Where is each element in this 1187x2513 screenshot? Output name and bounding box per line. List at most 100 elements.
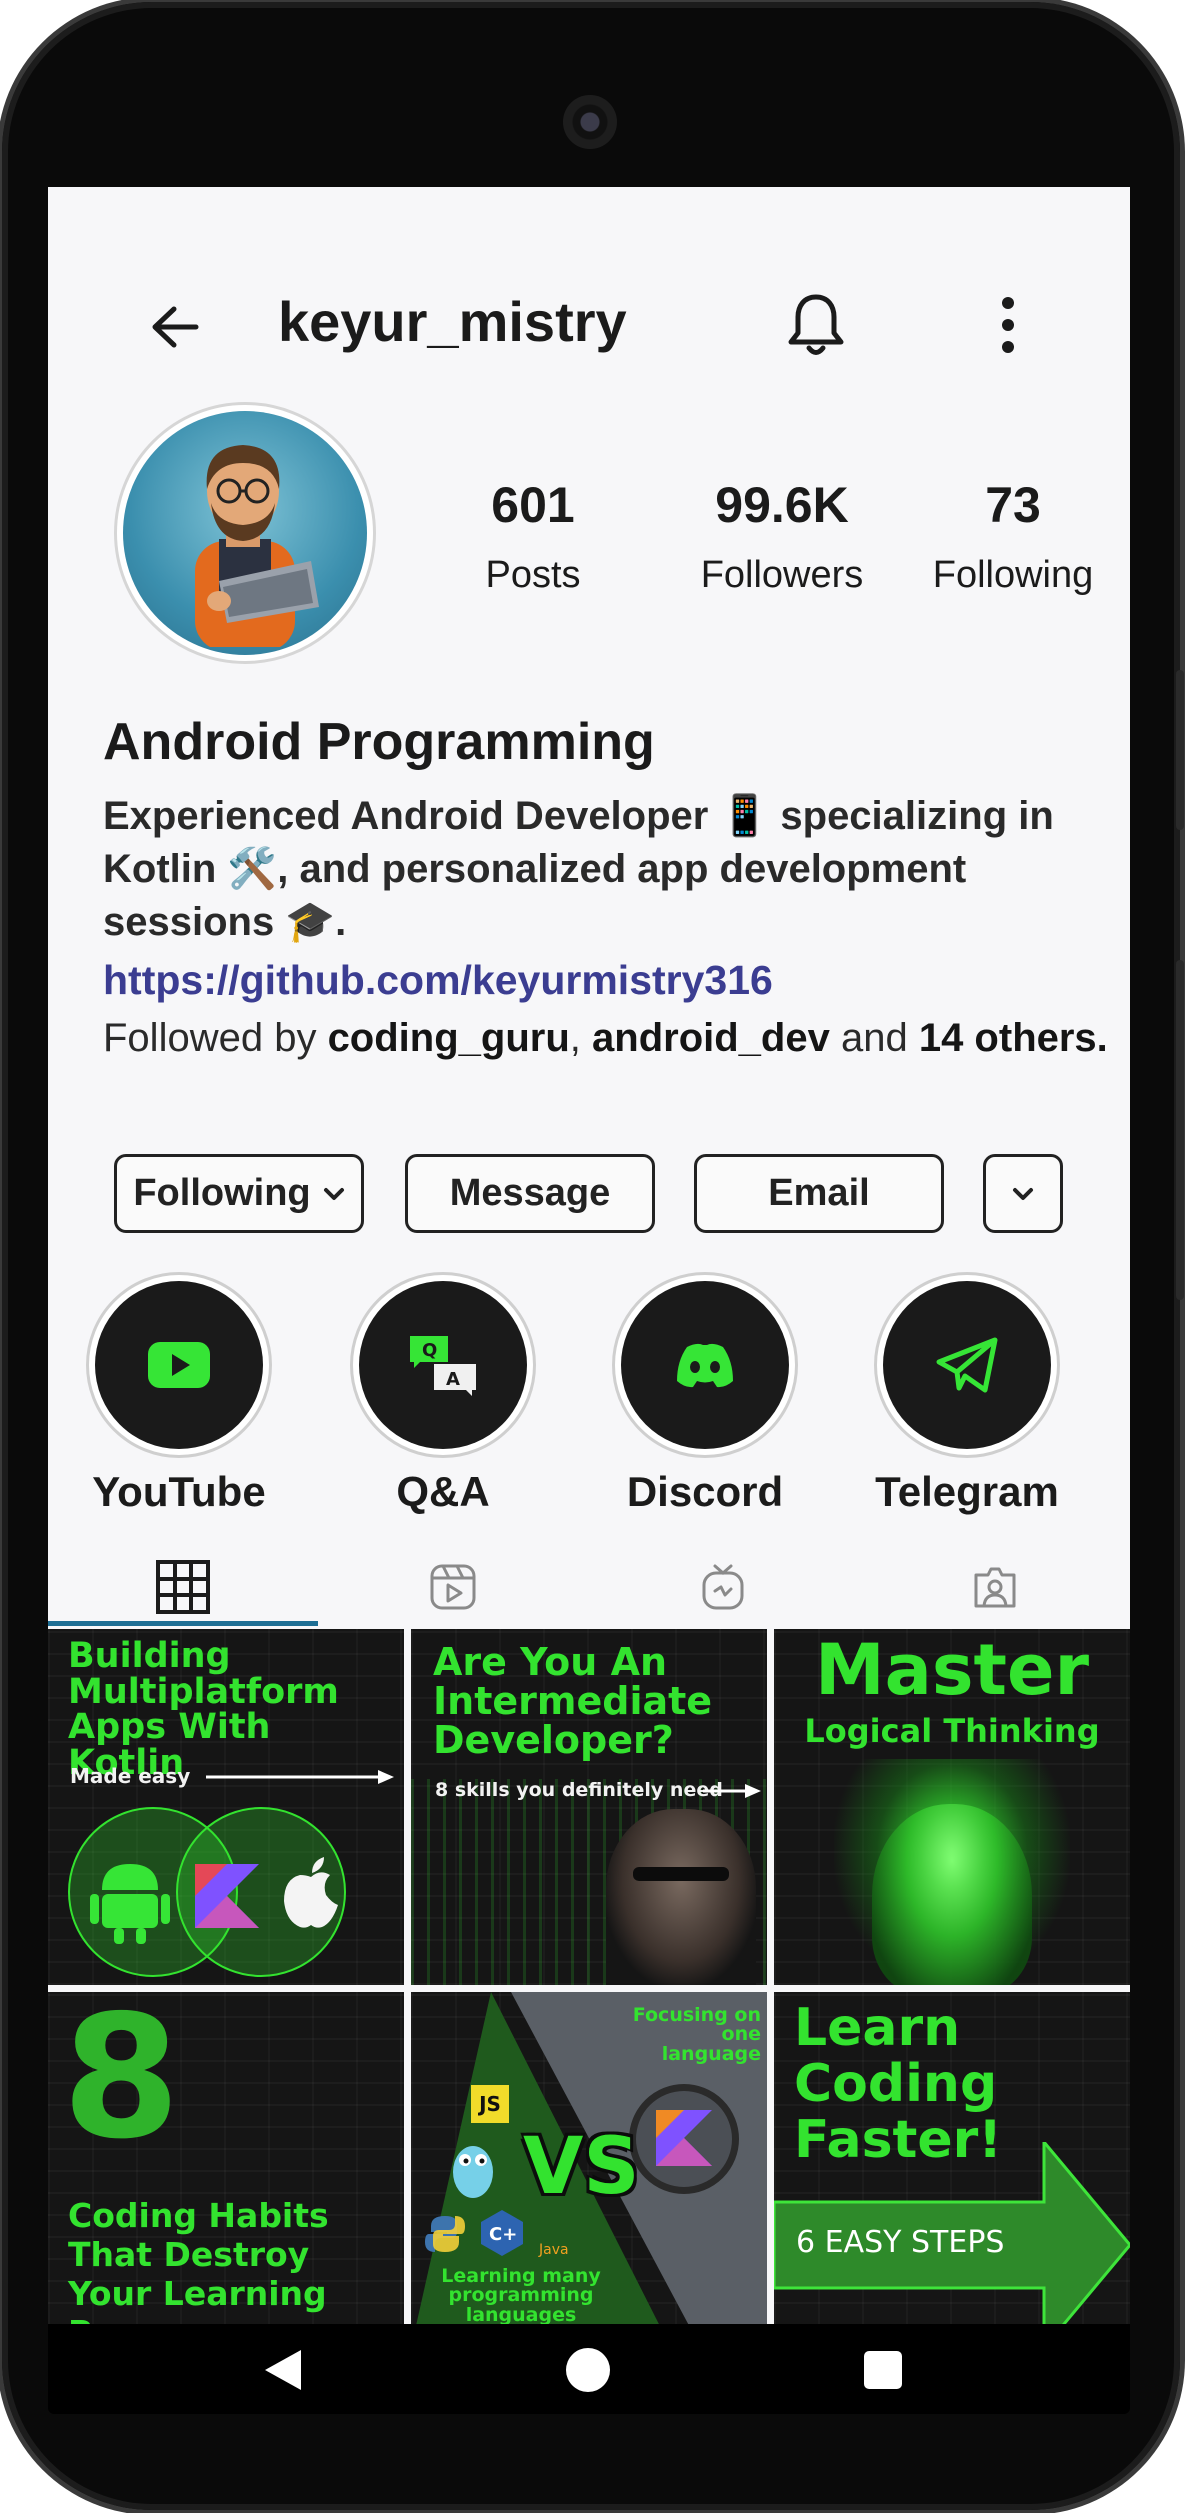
profile-avatar[interactable] — [114, 402, 376, 664]
followers-count: 99.6K — [715, 477, 849, 533]
nav-recents-icon[interactable] — [848, 2342, 918, 2398]
active-tab-indicator — [48, 1621, 318, 1626]
followed-by-text[interactable]: Followed by coding_guru, android_dev and… — [103, 1007, 1113, 1069]
highlight-cover: QA — [359, 1281, 527, 1449]
youtube-icon — [148, 1342, 210, 1388]
nav-home-icon[interactable] — [553, 2342, 623, 2398]
highlight-label: Telegram — [875, 1468, 1059, 1515]
highlight-ring — [612, 1272, 798, 1458]
post-subtitle: 6 EASY STEPS — [796, 2225, 1005, 2260]
post-top-label: Focusing on one language — [632, 2004, 761, 2065]
nav-back-icon[interactable] — [248, 2342, 318, 2398]
followed-prefix: Followed by — [103, 1016, 328, 1060]
gopher-icon — [453, 2146, 493, 2198]
power-button — [1176, 670, 1184, 830]
svg-text:A: A — [446, 1369, 460, 1390]
profile-link[interactable]: https://github.com/keyurmistry316 — [103, 957, 773, 1004]
more-vertical-icon[interactable] — [988, 292, 1028, 357]
highlight-discord[interactable]: Discord — [612, 1272, 798, 1516]
js-badge: JS — [471, 2085, 509, 2123]
highlight-qa[interactable]: QA Q&A — [350, 1272, 536, 1516]
chevron-down-icon — [323, 1187, 345, 1201]
portrait-glasses — [633, 1867, 729, 1881]
reels-icon — [429, 1563, 477, 1611]
profile-username: keyur_mistry — [278, 290, 627, 353]
volume-button — [1176, 960, 1184, 1300]
front-camera — [563, 95, 617, 149]
tagged-icon — [973, 1565, 1017, 1609]
arrow-right-icon — [206, 1770, 394, 1784]
message-button[interactable]: Message — [405, 1154, 655, 1233]
tab-posts[interactable] — [48, 1542, 318, 1632]
back-arrow-icon[interactable] — [145, 297, 205, 357]
grid-icon — [155, 1559, 211, 1615]
grid-post[interactable]: Building Multiplatform Apps With Kotlin … — [48, 1629, 404, 1985]
posts-label: Posts — [485, 554, 581, 596]
highlight-cover — [95, 1281, 263, 1449]
svg-text:Q: Q — [422, 1340, 437, 1361]
python-icon — [425, 2216, 465, 2252]
arrow-right-icon — [703, 1784, 761, 1798]
followers-stat[interactable]: 99.6K Followers — [662, 477, 902, 597]
highlight-cover — [621, 1281, 789, 1449]
post-subtitle: Made easy — [70, 1764, 191, 1788]
profile-display-name: Android Programming — [103, 713, 655, 771]
grid-post[interactable]: 8 Coding Habits That Destroy Your Learni… — [48, 1992, 404, 2324]
highlight-youtube[interactable]: YouTube — [86, 1272, 272, 1516]
qa-icon: QA — [406, 1334, 480, 1396]
highlight-label: Discord — [626, 1468, 784, 1515]
posts-grid: Building Multiplatform Apps With Kotlin … — [48, 1629, 1130, 2324]
post-subtitle: 8 skills you definitely need — [435, 1779, 723, 1801]
following-count: 73 — [985, 477, 1041, 533]
followed-others: 14 others. — [918, 1016, 1108, 1060]
post-title: Are You An Intermediate Developer? — [433, 1640, 713, 1762]
chevron-down-icon — [1012, 1187, 1034, 1201]
following-button-label: Following — [133, 1172, 311, 1214]
grid-post[interactable]: Master Logical Thinking — [774, 1629, 1130, 1985]
vs-label: VS — [523, 2122, 640, 2212]
igtv-icon — [701, 1563, 745, 1611]
avatar-image — [123, 411, 367, 655]
app-screen: keyur_mistry 601 Posts 99.6K Followers 7… — [48, 187, 1130, 2324]
following-button[interactable]: Following — [114, 1154, 364, 1233]
suggested-accounts-button[interactable] — [983, 1154, 1063, 1233]
post-title: Logical Thinking — [804, 1712, 1100, 1750]
highlight-label: Q&A — [396, 1468, 490, 1515]
following-label: Following — [932, 554, 1094, 596]
kotlin-icon — [656, 2110, 712, 2166]
follower-name: coding_guru — [327, 1016, 570, 1060]
bell-icon[interactable] — [781, 287, 851, 362]
followed-and: and — [829, 1016, 919, 1060]
apple-icon — [284, 1857, 338, 1928]
followers-label: Followers — [700, 554, 864, 596]
tab-tagged[interactable] — [860, 1542, 1130, 1632]
highlight-label: YouTube — [92, 1468, 266, 1515]
java-label: Java — [539, 2242, 569, 2258]
cpp-icon: C+ — [481, 2210, 523, 2256]
grid-post[interactable]: Focusing on one language JS C+ Java VS L… — [411, 1992, 767, 2324]
follower-name: android_dev — [592, 1016, 830, 1060]
tab-reels[interactable] — [318, 1542, 588, 1632]
following-stat[interactable]: 73 Following — [900, 477, 1126, 597]
svg-text:C+: C+ — [489, 2224, 517, 2245]
top-bar: keyur_mistry — [48, 187, 1130, 355]
profile-bio: Experienced Android Developer 📱 speciali… — [103, 794, 1054, 944]
grid-post[interactable]: Learn Coding Faster! 6 EASY STEPS — [774, 1992, 1130, 2324]
post-title-large: Master — [814, 1629, 1090, 1711]
discord-icon — [673, 1341, 737, 1389]
system-navigation-bar — [48, 2324, 1130, 2414]
post-number: 8 — [62, 1992, 181, 2177]
post-title: Coding Habits That Destroy Your Learning… — [68, 2196, 329, 2324]
posts-stat[interactable]: 601 Posts — [433, 477, 633, 597]
post-title: Building Multiplatform Apps With Kotlin — [68, 1636, 339, 1784]
developer-portrait — [606, 1809, 756, 1985]
highlight-ring — [86, 1272, 272, 1458]
head-silhouette — [872, 1804, 1032, 1985]
grid-post[interactable]: Are You An Intermediate Developer? 8 ski… — [411, 1629, 767, 1985]
highlight-cover — [883, 1281, 1051, 1449]
tab-igtv[interactable] — [588, 1542, 858, 1632]
telegram-icon — [935, 1336, 999, 1394]
highlight-ring — [874, 1272, 1060, 1458]
highlight-telegram[interactable]: Telegram — [874, 1272, 1060, 1516]
email-button[interactable]: Email — [694, 1154, 944, 1233]
